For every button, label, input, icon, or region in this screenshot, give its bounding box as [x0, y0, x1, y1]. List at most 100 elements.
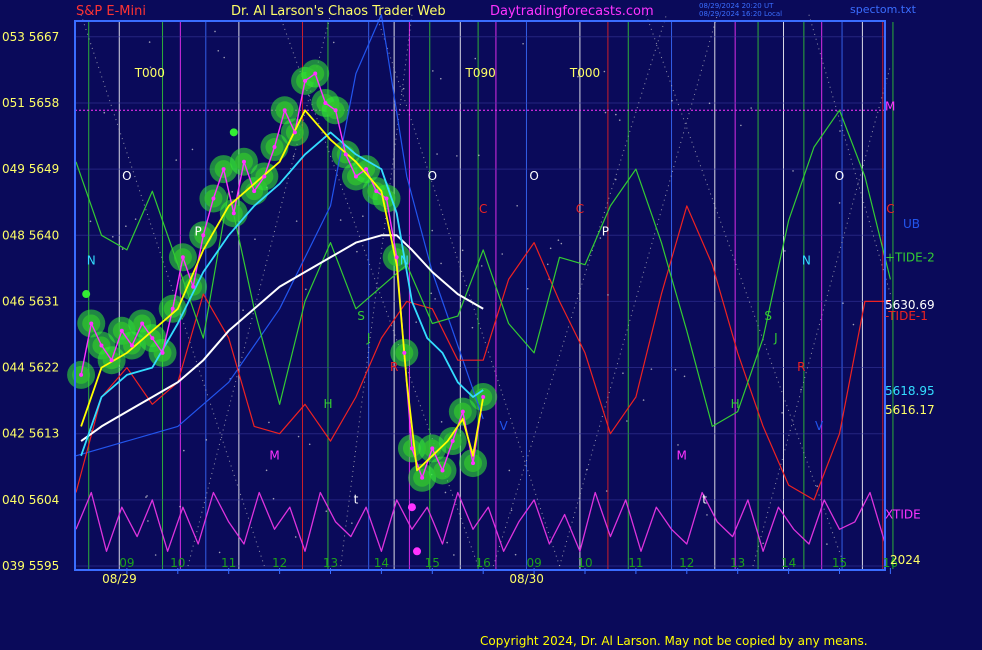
- diagonal-line: [559, 14, 718, 567]
- x-tick-label: 10: [577, 556, 592, 570]
- x-tick-label: 14: [781, 556, 796, 570]
- price-point: [353, 174, 358, 179]
- price-point: [89, 321, 94, 326]
- annotation-n: N: [802, 254, 811, 268]
- dot: [111, 235, 114, 238]
- x-tick-label: 11: [628, 556, 643, 570]
- x-tick-label: 16: [476, 556, 491, 570]
- dot: [205, 439, 208, 441]
- dot: [522, 42, 524, 45]
- dot: [842, 302, 844, 304]
- dot: [508, 469, 511, 472]
- price-point: [409, 446, 414, 451]
- y-tick-label: 053 5667: [2, 30, 59, 44]
- dot: [440, 262, 442, 265]
- right-label: 2024: [890, 553, 921, 567]
- dot: [268, 421, 270, 424]
- series--tide-2: [75, 109, 891, 427]
- dot: [439, 77, 442, 80]
- dot: [444, 491, 447, 494]
- dot: [297, 435, 300, 438]
- diagonal-line: [80, 14, 265, 567]
- dot: [415, 321, 417, 323]
- price-point: [384, 196, 389, 201]
- x-tick-label: 12: [679, 556, 694, 570]
- x-tick-label: 14: [374, 556, 389, 570]
- dot: [816, 485, 819, 487]
- dot: [292, 155, 295, 158]
- annotation-n: N: [87, 254, 96, 268]
- dot: [434, 298, 436, 300]
- series-layer: [67, 14, 891, 556]
- dot: [603, 70, 606, 73]
- dot: [430, 292, 433, 295]
- copyright: Copyright 2024, Dr. Al Larson. May not b…: [480, 634, 868, 648]
- right-label: XTIDE: [885, 508, 921, 522]
- axis-layer: 053 5667 051 5658 049 5649 048 5640 046 5631…: [2, 20, 935, 586]
- timestamp-ut: 08/29/2024 20:20 UT: [699, 2, 774, 10]
- y-tick-label: 042 5613: [2, 427, 59, 441]
- price-point: [241, 159, 246, 164]
- dot: [615, 113, 617, 116]
- dot: [134, 218, 137, 220]
- annotation-j: J: [366, 331, 371, 345]
- dot: [362, 215, 364, 217]
- annotation-t: t: [702, 493, 707, 507]
- dot: [89, 220, 92, 223]
- dot: [242, 309, 244, 311]
- annotation-t000: T000: [134, 66, 165, 80]
- price-point: [460, 409, 465, 414]
- x-tick-label: 10: [170, 556, 185, 570]
- dot: [706, 514, 708, 516]
- price-point: [191, 284, 196, 289]
- right-label: M: [885, 100, 895, 114]
- dot: [800, 388, 802, 391]
- price-point: [140, 321, 145, 326]
- dot: [461, 249, 464, 252]
- dot: [305, 288, 307, 291]
- price-point: [170, 306, 175, 311]
- price-point: [323, 100, 328, 105]
- price-point: [450, 439, 455, 444]
- dot: [223, 56, 225, 59]
- peak-marker: [229, 128, 238, 137]
- dot: [792, 170, 794, 172]
- right-label: -TIDE-1: [885, 309, 928, 323]
- diagonal-line: [808, 14, 891, 295]
- y-tick-label: 046 5631: [2, 294, 59, 308]
- price-point: [402, 350, 407, 355]
- price-point: [150, 336, 155, 341]
- annotation-m: M: [677, 448, 687, 462]
- dot: [125, 225, 127, 228]
- file-name: spectom.txt: [850, 3, 916, 16]
- annotation-c: C: [576, 202, 584, 216]
- price-point: [420, 475, 425, 480]
- horizontal-gridlines: [75, 36, 885, 567]
- dot: [740, 124, 742, 127]
- dot: [546, 263, 549, 266]
- dot: [402, 87, 405, 90]
- annotation-t090: T090: [465, 66, 496, 80]
- dot: [607, 294, 609, 296]
- x-tick-label: 11: [221, 556, 236, 570]
- annotation-s: S: [357, 309, 365, 323]
- dot: [683, 375, 686, 378]
- annotation-m: M: [269, 448, 279, 462]
- y-tick-label: 048 5640: [2, 228, 59, 242]
- annotation-layer: T000 T090 T000O O O OP PC C CN N NS SJ JH HR RV VM Mt t: [87, 66, 895, 506]
- x-tick-label: 13: [323, 556, 338, 570]
- dot: [526, 287, 529, 290]
- chart: T000 T090 T000O O O OP PC C CN N NS SJ JH HR RV VM Mt t 0…: [2, 14, 935, 586]
- dot: [618, 119, 621, 121]
- dot: [549, 247, 552, 250]
- dot: [214, 30, 216, 33]
- dot: [626, 420, 628, 422]
- right-label: 5616.17: [885, 403, 935, 417]
- dot: [604, 111, 607, 114]
- annotation-r: R: [390, 360, 398, 374]
- annotation-o: O: [835, 169, 844, 183]
- price-point: [160, 350, 165, 355]
- date-label: 08/30: [509, 572, 544, 586]
- dot: [175, 159, 178, 161]
- dot: [557, 239, 560, 241]
